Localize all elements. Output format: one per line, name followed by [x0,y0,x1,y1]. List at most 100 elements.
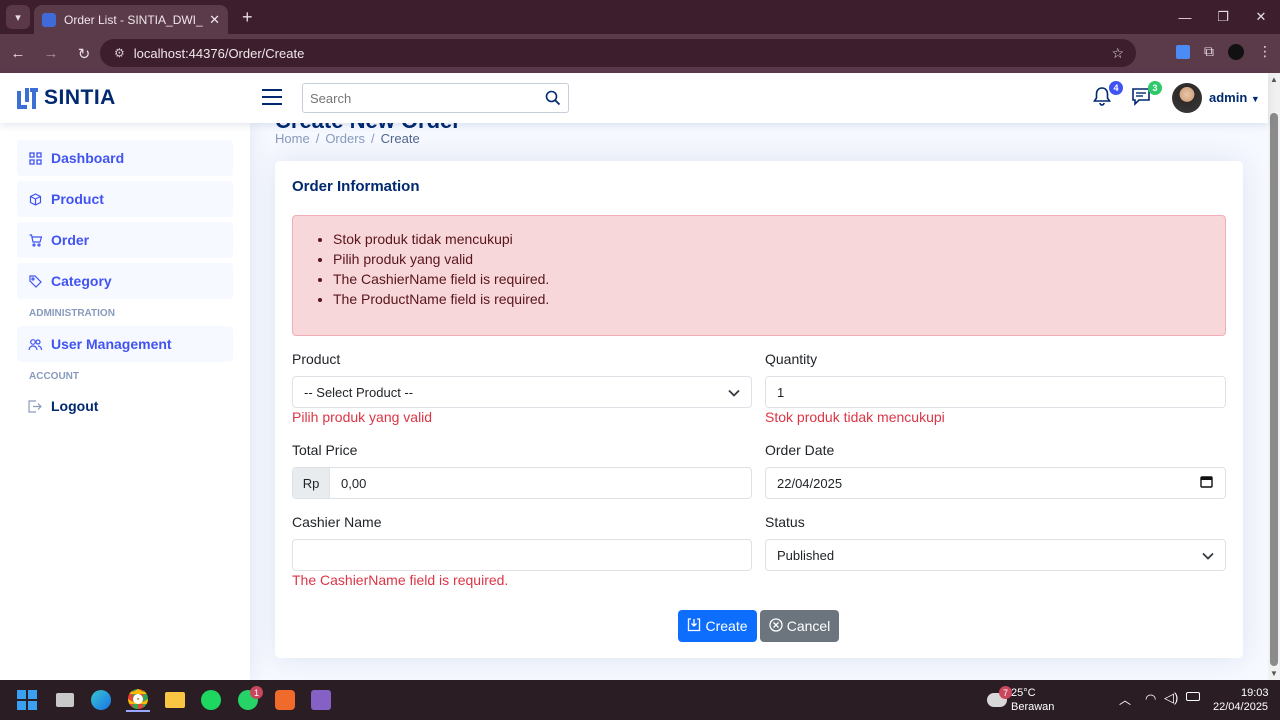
battery-icon[interactable] [1186,692,1200,701]
wifi-icon[interactable]: ◠ [1145,691,1156,707]
cancel-button-label: Cancel [786,618,831,634]
sidebar-item-order[interactable]: Order [17,222,233,258]
create-button[interactable]: Create [678,610,757,642]
sidebar-item-user-management[interactable]: User Management [17,326,233,362]
sidebar-item-label: Order [51,232,90,248]
product-error: Pilih produk yang valid [292,409,433,425]
sidebar-heading-administration: ADMINISTRATION [29,308,115,319]
file-explorer-icon[interactable] [163,688,187,712]
validation-error-item: The CashierName field is required. [333,269,1225,289]
search-input[interactable] [303,84,538,112]
sidebar-item-logout[interactable]: Logout [17,388,233,424]
notifications-bell-icon[interactable]: 4 [1091,81,1123,109]
windows-start-icon[interactable] [15,688,39,712]
status-select[interactable]: Published [765,539,1226,571]
weather-icon[interactable]: 7 [985,686,1012,712]
volume-icon[interactable]: ◁) [1164,690,1178,706]
people-icon [28,337,42,351]
window-controls: — ❐ ✕ [1166,0,1280,34]
sidebar-item-label: Category [51,273,112,289]
address-bar[interactable]: ⚙ localhost:44376/Order/Create ☆ [100,39,1136,67]
chevron-down-icon [728,385,740,400]
brand-logo[interactable]: SINTIA [17,86,116,110]
box-icon [28,192,42,206]
os-taskbar: 1 7 25°C Berawan ︿ ◠ ◁) 19:03 22/04/2025 [0,680,1280,720]
browser-menu-icon[interactable]: ⋮ [1258,43,1272,60]
sidebar-item-label: Logout [51,398,99,414]
validation-error-item: Pilih produk yang valid [333,249,1225,269]
sidebar-item-dashboard[interactable]: Dashboard [17,140,233,176]
create-button-label: Create [705,618,748,634]
save-download-icon [687,617,701,635]
edge-browser-icon[interactable] [89,688,113,712]
quantity-error: Stok produk tidak mencukupi [765,409,945,425]
product-select-value: -- Select Product -- [304,384,414,400]
maximize-icon[interactable]: ❐ [1204,0,1242,34]
visual-studio-icon[interactable] [309,688,333,712]
order-date-input[interactable]: 22/04/2025 [765,467,1226,499]
browser-tab-bar: ▾ Order List - SINTIA_DWI_ARGA ✕ + — ❐ ✕ [0,0,1280,34]
caret-down-icon: ▼ [1250,94,1260,104]
quantity-input[interactable]: 1 [765,376,1226,408]
card-title: Order Information [292,178,420,195]
profile-avatar-icon[interactable] [1228,43,1244,60]
messages-chat-icon[interactable]: 3 [1130,81,1162,109]
clock-date[interactable]: 22/04/2025 [1213,701,1268,713]
messages-badge: 3 [1148,81,1162,95]
tab-title: Order List - SINTIA_DWI_ARGA [64,12,203,27]
close-tab-icon[interactable]: ✕ [209,12,220,28]
close-window-icon[interactable]: ✕ [1242,0,1280,34]
page-scrollbar[interactable]: ▲ ▼ [1268,73,1280,680]
tab-search-button[interactable]: ▾ [6,5,30,29]
minimize-icon[interactable]: — [1166,0,1204,34]
scrollbar-thumb[interactable] [1270,113,1278,666]
calendar-icon[interactable] [1200,475,1213,491]
user-menu-toggle[interactable]: admin ▼ [1209,90,1260,105]
search-bar [302,83,569,113]
sidebar-item-category[interactable]: Category [17,263,233,299]
url-text: localhost:44376/Order/Create [133,45,305,61]
chevron-down-icon [1202,548,1214,563]
cashier-name-label: Cashier Name [292,514,382,530]
browser-tab[interactable]: Order List - SINTIA_DWI_ARGA ✕ [34,5,228,34]
order-date-label: Order Date [765,442,835,458]
validation-error-item: Stok produk tidak mencukupi [333,229,1225,249]
sidebar-item-product[interactable]: Product [17,181,233,217]
app-orange-icon[interactable] [273,688,297,712]
scroll-down-arrow-icon[interactable]: ▼ [1270,669,1278,678]
sidebar-item-label: Product [51,191,104,207]
total-price-label: Total Price [292,442,358,458]
product-select[interactable]: -- Select Product -- [292,376,752,408]
currency-prefix: Rp [293,468,330,498]
scroll-up-arrow-icon[interactable]: ▲ [1270,75,1278,84]
order-date-value: 22/04/2025 [777,475,843,491]
tray-overflow-icon[interactable]: ︿ [1119,691,1131,708]
grid-icon [28,151,42,165]
task-view-icon[interactable] [53,688,77,712]
back-icon[interactable]: ← [3,45,33,62]
cashier-name-input[interactable] [292,539,752,571]
cart-icon [28,233,42,247]
spotify-icon[interactable] [199,688,223,712]
new-tab-button[interactable]: + [242,7,253,28]
reload-icon[interactable]: ↻ [69,45,99,63]
sidebar-toggle-icon[interactable] [262,89,282,105]
whatsapp-badge: 1 [250,686,263,699]
cancel-x-circle-icon [769,617,783,635]
user-avatar[interactable] [1172,83,1202,113]
forward-icon[interactable]: → [36,45,66,62]
site-info-icon[interactable]: ⚙ [114,46,125,60]
whatsapp-icon[interactable]: 1 [236,686,263,712]
order-form-card: Order Information Stok produk tidak menc… [275,161,1243,658]
extensions-puzzle-icon[interactable]: ⧉ [1204,43,1214,60]
chrome-browser-icon[interactable] [126,688,150,712]
extension-doc-icon[interactable] [1176,44,1190,59]
cancel-button[interactable]: Cancel [760,610,839,642]
app-header: SINTIA 4 3 admin ▼ [0,73,1268,123]
search-icon[interactable] [538,84,568,112]
clock-time[interactable]: 19:03 [1241,687,1269,699]
total-price-input[interactable]: 0,00 [330,476,751,491]
weather-temp: 25°C [1011,687,1036,699]
bookmark-star-icon[interactable]: ☆ [1111,45,1124,62]
logo-mark-icon [17,87,38,109]
